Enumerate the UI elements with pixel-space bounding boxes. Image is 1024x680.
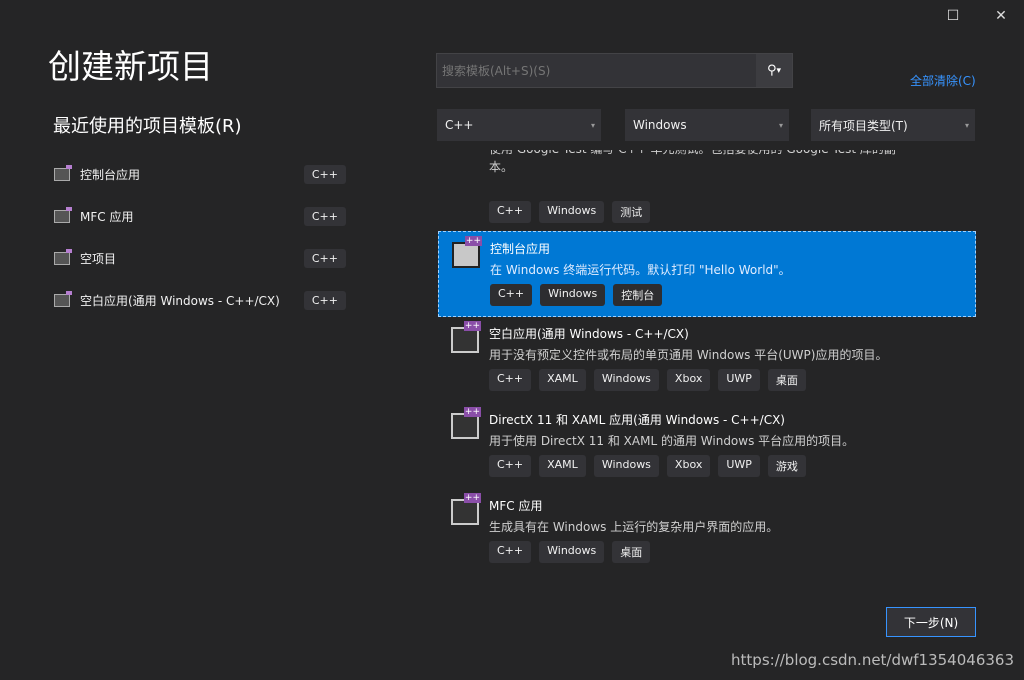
close-button[interactable]: ✕ bbox=[986, 4, 1016, 28]
template-tag: C++ bbox=[489, 541, 531, 563]
template-item[interactable]: 空白应用(通用 Windows - C++/CX) 用于没有预定义控件或布局的单页… bbox=[438, 317, 976, 403]
template-description: 用于使用 DirectX 11 和 XAML 的通用 Windows 平台应用的… bbox=[489, 432, 909, 450]
search-button[interactable]: ⚲▾ bbox=[756, 54, 792, 87]
template-icon bbox=[54, 168, 70, 181]
template-icon bbox=[451, 327, 479, 353]
template-tags: C++ Windows 桌面 bbox=[489, 541, 650, 563]
template-item[interactable]: 控制台应用在 Windows 终端运行代码。默认打印 "Hello World"… bbox=[438, 231, 976, 317]
template-tag: C++ bbox=[489, 369, 531, 391]
template-item[interactable]: 使用 Google Test 编写 C++ 单元测试。包括要使用的 Google… bbox=[438, 150, 976, 212]
next-button[interactable]: 下一步(N) bbox=[886, 607, 976, 637]
template-icon bbox=[54, 294, 70, 307]
maximize-button[interactable]: ☐ bbox=[938, 4, 968, 28]
chevron-down-icon: ▾ bbox=[777, 66, 782, 76]
recent-template-label: 空项目 bbox=[80, 250, 304, 267]
recent-template-item[interactable]: 空项目C++ bbox=[54, 245, 346, 271]
recent-template-item[interactable]: 控制台应用C++ bbox=[54, 161, 346, 187]
clear-all-link[interactable]: 全部清除(C) bbox=[910, 72, 976, 89]
chevron-down-icon: ▾ bbox=[965, 121, 969, 130]
template-tag: XAML bbox=[539, 369, 586, 391]
template-title: 空白应用(通用 Windows - C++/CX) bbox=[489, 325, 689, 342]
template-description: 生成具有在 Windows 上运行的复杂用户界面的应用。 bbox=[489, 518, 909, 536]
search-icon: ⚲ bbox=[767, 63, 777, 78]
template-tag: C++ bbox=[489, 201, 531, 223]
recent-templates-header: 最近使用的项目模板(R) bbox=[53, 112, 242, 138]
recent-template-item[interactable]: MFC 应用C++ bbox=[54, 203, 346, 229]
template-icon bbox=[452, 242, 480, 268]
language-filter-dropdown[interactable]: C++ ▾ bbox=[437, 109, 601, 141]
language-badge: C++ bbox=[304, 249, 346, 268]
template-item[interactable]: DirectX 11 和 XAML 应用(通用 Windows - C++/CX… bbox=[438, 403, 976, 489]
template-tag: Windows bbox=[539, 541, 604, 563]
language-filter-value: C++ bbox=[445, 118, 474, 132]
template-tag: Windows bbox=[540, 284, 605, 306]
page-title: 创建新项目 bbox=[48, 40, 213, 88]
template-icon bbox=[54, 252, 70, 265]
template-tag: 游戏 bbox=[768, 455, 806, 477]
recent-template-label: 空白应用(通用 Windows - C++/CX) bbox=[80, 292, 304, 309]
template-icon bbox=[54, 210, 70, 223]
template-icon bbox=[451, 499, 479, 525]
template-title: MFC 应用 bbox=[489, 497, 542, 514]
template-tag: 测试 bbox=[612, 201, 650, 223]
template-tag: Windows bbox=[539, 201, 604, 223]
template-tag: Windows bbox=[594, 369, 659, 391]
template-tags: C++ XAML Windows Xbox UWP 游戏 bbox=[489, 455, 806, 477]
template-tag: C++ bbox=[490, 284, 532, 306]
recent-template-label: 控制台应用 bbox=[80, 166, 304, 183]
language-badge: C++ bbox=[304, 165, 346, 184]
template-tags: C++ Windows 测试 bbox=[489, 201, 650, 223]
recent-template-label: MFC 应用 bbox=[80, 208, 304, 225]
chevron-down-icon: ▾ bbox=[591, 121, 595, 130]
template-tags: C++ XAML Windows Xbox UWP 桌面 bbox=[489, 369, 806, 391]
template-tag: C++ bbox=[489, 455, 531, 477]
template-tag: Windows bbox=[594, 455, 659, 477]
template-tag: 桌面 bbox=[768, 369, 806, 391]
search-box[interactable]: ⚲▾ bbox=[436, 53, 793, 88]
project-type-filter-value: 所有项目类型(T) bbox=[819, 117, 908, 134]
template-tag: 控制台 bbox=[613, 284, 662, 306]
template-tag: UWP bbox=[718, 455, 760, 477]
recent-template-item[interactable]: 空白应用(通用 Windows - C++/CX)C++ bbox=[54, 287, 346, 313]
platform-filter-dropdown[interactable]: Windows ▾ bbox=[625, 109, 789, 141]
template-item[interactable]: MFC 应用生成具有在 Windows 上运行的复杂用户界面的应用。 C++ Win… bbox=[438, 489, 976, 575]
template-tag: UWP bbox=[718, 369, 760, 391]
template-description: 使用 Google Test 编写 C++ 单元测试。包括要使用的 Google… bbox=[489, 150, 909, 176]
template-tags: C++ Windows 控制台 bbox=[490, 284, 662, 306]
watermark: https://blog.csdn.net/dwf1354046363 bbox=[731, 651, 1014, 669]
template-description: 在 Windows 终端运行代码。默认打印 "Hello World"。 bbox=[490, 261, 910, 279]
project-type-filter-dropdown[interactable]: 所有项目类型(T) ▾ bbox=[811, 109, 975, 141]
template-tag: 桌面 bbox=[612, 541, 650, 563]
language-badge: C++ bbox=[304, 207, 346, 226]
search-input[interactable] bbox=[437, 64, 756, 78]
template-list[interactable]: 使用 Google Test 编写 C++ 单元测试。包括要使用的 Google… bbox=[438, 150, 978, 585]
template-tag: XAML bbox=[539, 455, 586, 477]
template-icon bbox=[451, 413, 479, 439]
template-description: 用于没有预定义控件或布局的单页通用 Windows 平台(UWP)应用的项目。 bbox=[489, 346, 909, 364]
chevron-down-icon: ▾ bbox=[779, 121, 783, 130]
template-title: 控制台应用 bbox=[490, 240, 550, 257]
template-tag: Xbox bbox=[667, 455, 710, 477]
template-title: DirectX 11 和 XAML 应用(通用 Windows - C++/CX… bbox=[489, 411, 785, 428]
template-tag: Xbox bbox=[667, 369, 710, 391]
platform-filter-value: Windows bbox=[633, 118, 687, 132]
language-badge: C++ bbox=[304, 291, 346, 310]
